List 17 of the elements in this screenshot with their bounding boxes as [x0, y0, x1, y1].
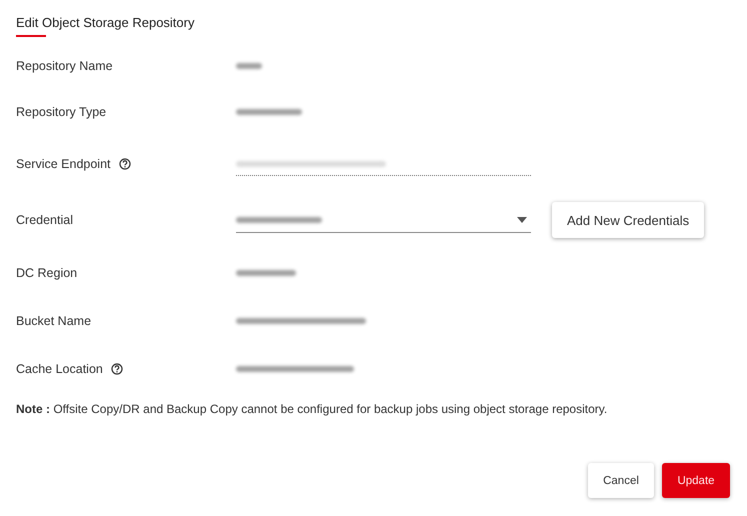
redacted-value — [236, 63, 262, 69]
update-button[interactable]: Update — [662, 463, 730, 498]
caret-icon — [517, 216, 527, 222]
field-label: Repository Name — [16, 59, 113, 73]
redacted-value — [236, 109, 302, 115]
field-label: Credential — [16, 213, 73, 227]
redacted-value — [236, 270, 296, 276]
field-label: Bucket Name — [16, 314, 92, 328]
add-credentials-button[interactable]: Add New Credentials — [552, 202, 704, 238]
field-label: DC Region — [16, 266, 78, 280]
cancel-button[interactable]: Cancel — [588, 463, 654, 498]
help-icon[interactable] — [110, 363, 123, 375]
dialog-title: Edit Object Storage Repository — [16, 15, 194, 32]
field-label: Cache Location — [16, 362, 103, 376]
field-label: Repository Type — [16, 105, 106, 119]
field-label: Service Endpoint — [16, 157, 111, 171]
note-text: Note : Offsite Copy/DR and Backup Copy cannot be configured for backup jobs using object storage repository. — [16, 402, 608, 416]
